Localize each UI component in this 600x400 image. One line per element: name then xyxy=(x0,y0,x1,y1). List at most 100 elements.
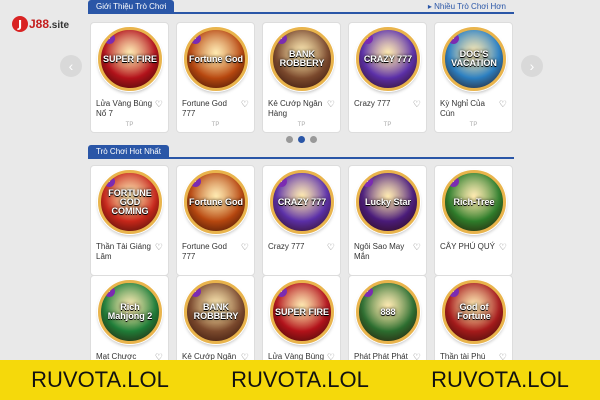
logo-text: J88.site xyxy=(29,17,70,31)
provider-label: TP xyxy=(469,122,478,128)
provider-badge-icon: Y xyxy=(276,286,287,297)
game-card[interactable]: Y BANK ROBBERY Kẻ Cướp Ngân Hàng ♡ TP xyxy=(262,22,341,133)
game-name[interactable]: CÂY PHÚ QUÝ xyxy=(440,242,498,252)
game-art-title: Lucky Star xyxy=(364,196,412,207)
game-thumbnail[interactable]: Y SUPER FIRE xyxy=(98,27,162,91)
favorite-heart-icon[interactable]: ♡ xyxy=(241,99,249,109)
favorite-heart-icon[interactable]: ♡ xyxy=(413,242,421,252)
game-card[interactable]: Y Fortune God Fortune God 777 ♡ TP xyxy=(176,22,255,133)
section-header-intro: Giới Thiệu Trò Chơi ▸ Nhiều Trò Chơi Hơn xyxy=(88,0,514,14)
game-name[interactable]: Crazy 777 xyxy=(268,242,326,252)
provider-badge-icon: Y xyxy=(362,176,373,187)
game-card[interactable]: Y CRAZY 777 Crazy 777 ♡ xyxy=(262,165,341,276)
provider-badge-icon: Y xyxy=(448,286,459,297)
hot-games-grid: Y FORTUNE GOD COMING Thần Tài Giáng Lâm ♡ Y F… xyxy=(90,165,513,276)
game-thumbnail[interactable]: Y BANK ROBBERY xyxy=(184,280,248,344)
favorite-heart-icon[interactable]: ♡ xyxy=(327,242,335,252)
favorite-heart-icon[interactable]: ♡ xyxy=(155,242,163,252)
provider-badge-icon: Y xyxy=(104,286,115,297)
watermark-text: RUVOTA.LOL xyxy=(31,367,169,392)
provider-badge-icon: Y xyxy=(448,176,459,187)
favorite-heart-icon[interactable]: ♡ xyxy=(499,99,507,109)
favorite-heart-icon[interactable]: ♡ xyxy=(499,242,507,252)
favorite-heart-icon[interactable]: ♡ xyxy=(241,242,249,252)
game-thumbnail[interactable]: Y Rich Mahjong 2 xyxy=(98,280,162,344)
watermark-text: RUVOTA.LOL xyxy=(431,367,569,392)
game-thumbnail[interactable]: Y Rich-Tree xyxy=(442,170,506,234)
game-name[interactable]: Lửa Vàng Bùng Nổ 7 xyxy=(96,99,154,119)
intro-games-grid: Y SUPER FIRE Lửa Vàng Bùng Nổ 7 ♡ TP Y Fortune… xyxy=(90,22,513,133)
provider-label: TP xyxy=(125,122,134,128)
watermark-text: RUVOTA.LOL xyxy=(231,367,369,392)
provider-badge-icon: Y xyxy=(448,33,459,44)
more-games-link[interactable]: ▸ Nhiều Trò Chơi Hơn xyxy=(428,0,506,14)
game-thumbnail[interactable]: Y Lucky Star xyxy=(356,170,420,234)
carousel-prev-button[interactable]: ‹ xyxy=(60,55,82,77)
logo-mark: J xyxy=(12,16,28,32)
carousel-dot[interactable] xyxy=(286,136,293,143)
provider-badge-icon: Y xyxy=(104,33,115,44)
provider-label: TP xyxy=(211,122,220,128)
favorite-heart-icon[interactable]: ♡ xyxy=(155,99,163,109)
provider-badge-icon: Y xyxy=(362,286,373,297)
game-name[interactable]: Fortune God 777 xyxy=(182,99,240,119)
carousel-next-button[interactable]: › xyxy=(521,55,543,77)
game-name[interactable]: Fortune God 777 xyxy=(182,242,240,262)
game-art-title: Rich-Tree xyxy=(453,196,495,207)
game-art-title: Rich Mahjong 2 xyxy=(107,302,153,321)
game-thumbnail[interactable]: Y CRAZY 777 xyxy=(356,27,420,91)
game-card[interactable]: Y Fortune God Fortune God 777 ♡ xyxy=(176,165,255,276)
game-art-title: BANK ROBBERY xyxy=(193,302,239,321)
game-art-title: SUPER FIRE xyxy=(103,53,158,64)
game-thumbnail[interactable]: Y Fortune God xyxy=(184,27,248,91)
section-header-hot: Trò Chơi Hot Nhất xyxy=(88,145,514,159)
game-art-title: DOG'S VACATION xyxy=(451,49,497,68)
game-art-title: SUPER FIRE xyxy=(275,306,330,317)
game-card[interactable]: Y Rich-Tree CÂY PHÚ QUÝ ♡ xyxy=(434,165,513,276)
game-thumbnail[interactable]: Y FORTUNE GOD COMING xyxy=(98,170,162,234)
game-art-title: BANK ROBBERY xyxy=(279,49,325,68)
game-name[interactable]: Ngôi Sao May Mắn xyxy=(354,242,412,262)
game-thumbnail[interactable]: Y 888 xyxy=(356,280,420,344)
game-card[interactable]: Y Lucky Star Ngôi Sao May Mắn ♡ xyxy=(348,165,427,276)
game-thumbnail[interactable]: Y God of Fortune xyxy=(442,280,506,344)
section-tab-hot[interactable]: Trò Chơi Hot Nhất xyxy=(88,145,169,159)
game-thumbnail[interactable]: Y SUPER FIRE xyxy=(270,280,334,344)
game-name[interactable]: Thần Tài Giáng Lâm xyxy=(96,242,154,262)
game-art-title: God of Fortune xyxy=(457,302,491,321)
game-card[interactable]: Y SUPER FIRE Lửa Vàng Bùng Nổ 7 ♡ TP xyxy=(90,22,169,133)
game-name[interactable]: Kỳ Nghỉ Của Cún xyxy=(440,99,498,119)
favorite-heart-icon[interactable]: ♡ xyxy=(413,99,421,109)
carousel-dots xyxy=(286,136,317,143)
game-card[interactable]: Y DOG'S VACATION Kỳ Nghỉ Của Cún ♡ TP xyxy=(434,22,513,133)
provider-badge-icon: Y xyxy=(276,33,287,44)
site-logo[interactable]: J J88.site xyxy=(12,16,69,32)
game-thumbnail[interactable]: Y BANK ROBBERY xyxy=(270,27,334,91)
game-name[interactable]: Kẻ Cướp Ngân Hàng xyxy=(268,99,326,119)
provider-badge-icon: Y xyxy=(362,33,373,44)
game-name[interactable]: Crazy 777 xyxy=(354,99,412,109)
carousel-dot-active[interactable] xyxy=(298,136,305,143)
watermark-banner: RUVOTA.LOL RUVOTA.LOL RUVOTA.LOL xyxy=(0,360,600,400)
game-art-title: 888 xyxy=(380,306,396,317)
game-thumbnail[interactable]: Y Fortune God xyxy=(184,170,248,234)
favorite-heart-icon[interactable]: ♡ xyxy=(327,99,335,109)
provider-badge-icon: Y xyxy=(104,176,115,187)
provider-label: TP xyxy=(383,122,392,128)
game-art-title: Fortune God xyxy=(189,53,243,64)
game-art-title: FORTUNE GOD COMING xyxy=(108,187,152,216)
provider-label: TP xyxy=(297,122,306,128)
game-thumbnail[interactable]: Y DOG'S VACATION xyxy=(442,27,506,91)
game-art-title: CRAZY 777 xyxy=(363,53,413,64)
game-card[interactable]: Y CRAZY 777 Crazy 777 ♡ TP xyxy=(348,22,427,133)
provider-badge-icon: Y xyxy=(276,176,287,187)
game-thumbnail[interactable]: Y CRAZY 777 xyxy=(270,170,334,234)
game-art-title: Fortune God xyxy=(189,196,243,207)
provider-badge-icon: Y xyxy=(190,176,201,187)
section-tab-intro[interactable]: Giới Thiệu Trò Chơi xyxy=(88,0,175,14)
provider-badge-icon: Y xyxy=(190,286,201,297)
provider-badge-icon: Y xyxy=(190,33,201,44)
game-art-title: CRAZY 777 xyxy=(277,196,327,207)
carousel-dot[interactable] xyxy=(310,136,317,143)
game-card[interactable]: Y FORTUNE GOD COMING Thần Tài Giáng Lâm ♡ xyxy=(90,165,169,276)
